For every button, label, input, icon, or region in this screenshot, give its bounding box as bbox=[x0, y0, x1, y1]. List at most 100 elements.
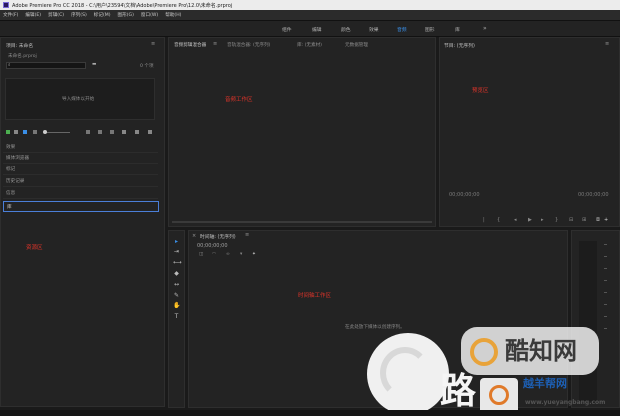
timeline-title[interactable]: 时间轴: (无序列) bbox=[200, 233, 236, 240]
tab-metadata[interactable]: 元数据管理 bbox=[345, 42, 368, 48]
panel-tab-info[interactable]: 信息 bbox=[3, 188, 158, 199]
search-input[interactable] bbox=[6, 62, 86, 69]
program-monitor-title[interactable]: 节目: (无序列) bbox=[444, 42, 475, 49]
panel-tab-markers[interactable]: 标记 bbox=[3, 164, 158, 175]
linked-selection-icon[interactable]: ∞ bbox=[226, 252, 230, 257]
watermark-logo-swirl bbox=[380, 347, 430, 399]
add-marker-icon[interactable]: ▾ bbox=[240, 252, 242, 257]
program-monitor-panel bbox=[439, 37, 620, 227]
step-back-icon[interactable]: ◂ bbox=[514, 217, 517, 223]
menu-window[interactable]: 窗口(W) bbox=[141, 12, 158, 18]
menu-markers[interactable]: 标记(M) bbox=[94, 12, 111, 18]
wrench-icon[interactable]: ✦ bbox=[252, 252, 256, 257]
menu-graphics[interactable]: 图形(G) bbox=[118, 12, 134, 18]
nest-icon[interactable]: ◫ bbox=[199, 252, 203, 257]
timeline-close-icon[interactable]: × bbox=[192, 233, 196, 239]
watermark-side-text: 路 bbox=[440, 371, 477, 412]
meter-tick bbox=[604, 304, 607, 305]
trash-icon[interactable] bbox=[148, 130, 152, 134]
zoom-slider[interactable] bbox=[44, 132, 70, 133]
project-panel-title[interactable]: 项目: 未命名 bbox=[6, 42, 33, 49]
menu-edit[interactable]: 编辑(E) bbox=[25, 12, 41, 18]
hand-tool-icon[interactable]: ✋ bbox=[173, 302, 180, 309]
workspace-tab-graphics[interactable]: 图形 bbox=[425, 26, 435, 33]
extract-icon[interactable]: ⊞ bbox=[582, 217, 586, 223]
meter-tick bbox=[604, 316, 607, 317]
track-select-tool-icon[interactable]: ⇥ bbox=[173, 248, 180, 255]
window-title: Adobe Premiere Pro CC 2018 - C:\用户\23594… bbox=[12, 2, 233, 9]
marker-button[interactable]: | bbox=[483, 217, 485, 223]
workspace-tab-audio[interactable]: 音频 bbox=[397, 26, 407, 33]
watermark-site-name: 越羊帮网 bbox=[523, 377, 567, 390]
workspace-tab-color[interactable]: 颜色 bbox=[341, 26, 351, 33]
preview-area-label: 预览区 bbox=[472, 88, 489, 94]
watermark-url: www.yueyangbang.com bbox=[525, 399, 606, 406]
audio-workspace-label: 音频工作区 bbox=[225, 97, 253, 103]
panel-tab-history[interactable]: 历史记录 bbox=[3, 176, 158, 187]
snap-icon[interactable]: ◠ bbox=[212, 252, 216, 257]
audio-mixer-panel bbox=[168, 37, 436, 227]
item-count: 0 个项 bbox=[140, 64, 154, 69]
freeform-view-icon[interactable] bbox=[33, 130, 37, 134]
sort-icon[interactable] bbox=[86, 130, 90, 134]
menu-clip[interactable]: 剪辑(C) bbox=[48, 12, 64, 18]
new-item-button[interactable] bbox=[135, 130, 139, 134]
program-timecode-left[interactable]: 00;00;00;00 bbox=[449, 192, 480, 198]
meter-tick bbox=[604, 268, 607, 269]
panel-tab-libraries[interactable]: 库 bbox=[3, 201, 159, 212]
step-forward-icon[interactable]: ▸ bbox=[541, 217, 544, 223]
menu-help[interactable]: 帮助(H) bbox=[165, 12, 181, 18]
timeline-drop-hint: 在此处放下媒体以创建序列。 bbox=[345, 325, 405, 330]
workspace-bar: 组件 编辑 颜色 效果 音频 图形 库 » bbox=[0, 21, 620, 37]
zoom-slider-knob[interactable] bbox=[43, 130, 47, 134]
add-button[interactable]: + bbox=[604, 217, 608, 223]
export-frame-icon[interactable]: ◘ bbox=[596, 217, 600, 223]
go-to-in-icon[interactable]: { bbox=[497, 217, 500, 223]
program-panel-menu-icon[interactable]: ≡ bbox=[605, 41, 609, 47]
premiere-logo-icon bbox=[3, 2, 9, 8]
workspace-tab-effects[interactable]: 效果 bbox=[369, 26, 379, 33]
status-bar bbox=[0, 410, 620, 416]
workspace-overflow-button[interactable]: » bbox=[483, 25, 487, 32]
selection-tool-icon[interactable]: ▸ bbox=[173, 238, 180, 245]
panel-tab-media-browser[interactable]: 媒体浏览器 bbox=[3, 153, 158, 164]
workspace-tab-assembly[interactable]: 组件 bbox=[282, 26, 292, 33]
workspace-tab-libraries[interactable]: 库 bbox=[455, 26, 460, 33]
ripple-edit-tool-icon[interactable]: ⟷ bbox=[173, 259, 182, 266]
workspace-tab-editing[interactable]: 编辑 bbox=[312, 26, 322, 33]
lock-icon[interactable] bbox=[6, 130, 10, 134]
play-icon[interactable]: ▶ bbox=[528, 217, 532, 223]
go-to-out-icon[interactable]: } bbox=[555, 217, 558, 223]
pen-tool-icon[interactable]: ✎ bbox=[173, 292, 180, 299]
timeline-menu-icon[interactable]: ≡ bbox=[245, 232, 249, 238]
new-bin-button[interactable] bbox=[122, 130, 126, 134]
meter-tick bbox=[604, 256, 607, 257]
icon-view-icon[interactable] bbox=[23, 130, 27, 134]
find-icon[interactable] bbox=[110, 130, 114, 134]
new-bin-icon[interactable]: ▬ bbox=[92, 62, 96, 67]
meter-tick bbox=[604, 292, 607, 293]
panel-menu-icon[interactable]: ≡ bbox=[151, 41, 155, 47]
automate-icon[interactable] bbox=[98, 130, 102, 134]
slip-tool-icon[interactable]: ↔ bbox=[173, 281, 180, 288]
lift-icon[interactable]: ⊟ bbox=[569, 217, 573, 223]
audio-meter-bar bbox=[579, 241, 597, 401]
menu-sequence[interactable]: 序列(S) bbox=[71, 12, 87, 18]
list-view-icon[interactable] bbox=[14, 130, 18, 134]
meter-tick bbox=[604, 328, 607, 329]
search-icon: ⌕ bbox=[8, 63, 11, 68]
tab-library[interactable]: 库: (无素材) bbox=[297, 42, 322, 48]
panel-tab-effects[interactable]: 效果 bbox=[3, 142, 158, 153]
timeline-timecode[interactable]: 00;00;00;00 bbox=[197, 243, 228, 249]
meter-tick bbox=[604, 280, 607, 281]
tab-audio-track-mixer[interactable]: 音轨混合器: (无序列) bbox=[227, 42, 270, 48]
razor-tool-icon[interactable]: ◆ bbox=[173, 270, 180, 277]
meter-tick bbox=[604, 244, 607, 245]
type-tool-icon[interactable]: T bbox=[173, 313, 180, 320]
menu-file[interactable]: 文件(F) bbox=[3, 12, 18, 18]
tab-audio-clip-mixer[interactable]: 音频剪辑混合器 bbox=[174, 42, 206, 48]
tab-close-icon[interactable]: ≡ bbox=[213, 41, 217, 47]
resource-area-label: 资源区 bbox=[26, 245, 43, 251]
project-file-name: 未命名.prproj bbox=[8, 54, 37, 59]
mixer-scrollbar[interactable] bbox=[172, 221, 432, 223]
